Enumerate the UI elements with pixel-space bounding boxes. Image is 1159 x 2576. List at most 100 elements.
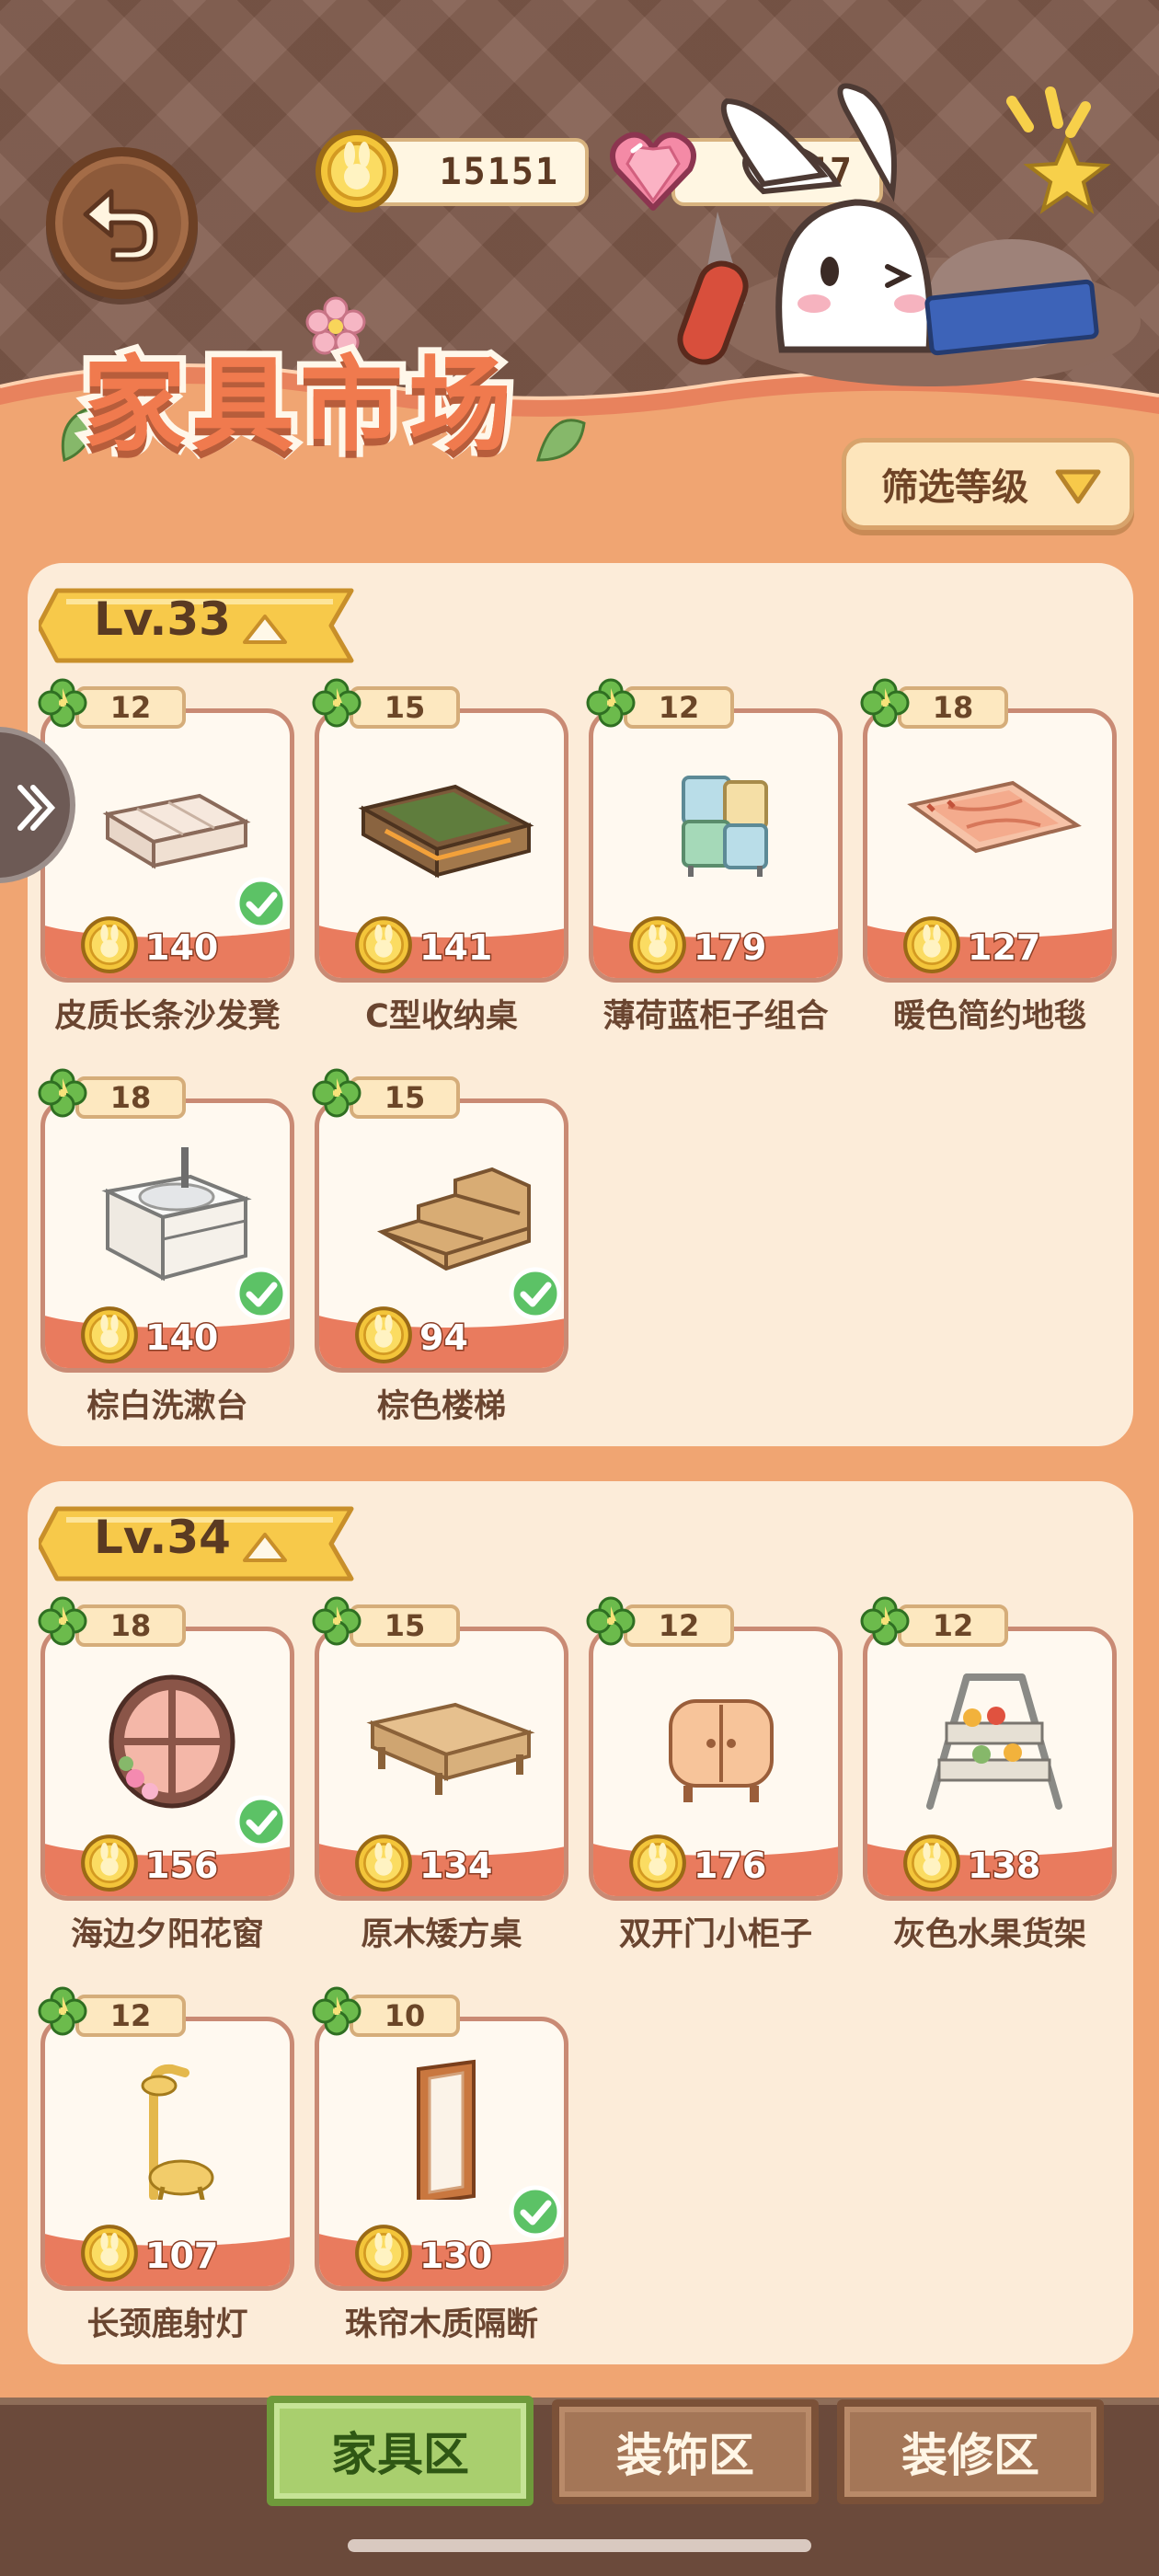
filter-label: 筛选等级: [881, 466, 1028, 509]
level-section: Lv.33 12 140 皮质长条沙发凳 15 141 C型收纳桌 12 179 薄荷蓝柜子组合 1…: [28, 563, 1133, 1446]
tab-decoration[interactable]: 装饰区: [552, 2399, 819, 2504]
owned-check-icon: [235, 1267, 288, 1320]
level-label: Lv.33: [94, 592, 231, 646]
furniture-name: 双开门小柜子: [618, 1916, 812, 1953]
back-button[interactable]: [46, 147, 198, 299]
clover-icon: [586, 1596, 636, 1646]
required-level-value: 12: [898, 1604, 1008, 1647]
coin-icon: [81, 1306, 138, 1363]
clover-icon: [312, 678, 361, 728]
furniture-name: 皮质长条沙发凳: [54, 998, 281, 1035]
filter-level-button[interactable]: 筛选等级: [842, 438, 1134, 530]
coin-icon: [81, 1834, 138, 1892]
back-arrow-icon: [83, 189, 157, 261]
coin-icon: [355, 2225, 412, 2282]
chevron-right-icon: [17, 785, 56, 831]
coin-icon: [355, 916, 412, 973]
collapse-triangle-icon[interactable]: [239, 611, 291, 648]
clover-icon: [38, 678, 87, 728]
price-value: 141: [418, 926, 493, 970]
furniture-item-image: [619, 1668, 821, 1815]
price-value: 107: [143, 2235, 219, 2278]
furniture-card[interactable]: 18 140 棕白洗漱台: [38, 1068, 294, 1425]
price-value: 140: [143, 926, 219, 970]
furniture-item-image: [71, 2058, 273, 2205]
price-tag: 141: [353, 914, 556, 977]
price-value: 134: [418, 1845, 493, 1888]
title-text: 家具市场: [83, 346, 517, 466]
furniture-card[interactable]: 10 130 珠帘木质隔断: [312, 1986, 568, 2343]
furniture-card[interactable]: 12 138 灰色水果货架: [860, 1596, 1117, 1953]
required-level-value: 15: [350, 686, 460, 729]
coin-icon: [629, 1834, 686, 1892]
furniture-name: 灰色水果货架: [892, 1916, 1086, 1953]
furniture-item-image: [345, 2058, 547, 2206]
furniture-card[interactable]: 12 140 皮质长条沙发凳: [38, 678, 294, 1035]
furniture-card[interactable]: 12 179 薄荷蓝柜子组合: [586, 678, 843, 1035]
price-tag: 107: [79, 2223, 281, 2285]
required-level-value: 15: [350, 1604, 460, 1647]
tab-furniture[interactable]: 家具区: [267, 2396, 534, 2506]
owned-check-icon: [235, 1795, 288, 1848]
collapse-triangle-icon[interactable]: [239, 1529, 291, 1566]
furniture-card[interactable]: 15 94 棕色楼梯: [312, 1068, 568, 1425]
coin-icon: [903, 1834, 960, 1892]
clover-icon: [38, 1068, 87, 1118]
price-value: 138: [966, 1845, 1041, 1888]
required-level-value: 10: [350, 1995, 460, 2037]
coin-icon: [629, 916, 686, 973]
coin-icon: [316, 130, 398, 213]
furniture-item-image: [71, 1668, 273, 1815]
clover-icon: [38, 1596, 87, 1646]
leaf-icon: [536, 419, 586, 462]
furniture-name: 暖色简约地毯: [892, 998, 1086, 1035]
required-level-value: 12: [624, 1604, 734, 1647]
clover-icon: [312, 1986, 361, 2036]
furniture-card[interactable]: 18 156 海边夕阳花窗: [38, 1596, 294, 1953]
owned-check-icon: [509, 1267, 562, 1320]
tab-renovation[interactable]: 装修区: [837, 2399, 1104, 2504]
furniture-item-image: [345, 1140, 547, 1287]
furniture-card[interactable]: 15 141 C型收纳桌: [312, 678, 568, 1035]
furniture-card[interactable]: 15 134 原木矮方桌: [312, 1596, 568, 1953]
furniture-card[interactable]: 12 107 长颈鹿射灯: [38, 1986, 294, 2343]
required-level-value: 18: [898, 686, 1008, 729]
price-tag: 176: [627, 1833, 830, 1895]
furniture-card[interactable]: 18 127 暖色简约地毯: [860, 678, 1117, 1035]
clover-icon: [312, 1596, 361, 1646]
required-level-value: 18: [75, 1604, 186, 1647]
level-badge: Lv.33: [39, 581, 361, 670]
price-value: 179: [692, 926, 767, 970]
price-value: 176: [692, 1845, 767, 1888]
price-tag: 134: [353, 1833, 556, 1895]
level-section: Lv.34 18 156 海边夕阳花窗 15 134 原木矮方桌 12 176 双开门小柜子 12 1…: [28, 1481, 1133, 2364]
furniture-item-image: [345, 750, 547, 897]
coin-icon: [355, 1306, 412, 1363]
furniture-name: 海边夕阳花窗: [70, 1916, 264, 1953]
coin-icon: [81, 916, 138, 973]
required-level-value: 12: [75, 686, 186, 729]
furniture-name: 原木矮方桌: [361, 1916, 522, 1953]
clover-icon: [586, 678, 636, 728]
furniture-item-image: [345, 1668, 547, 1815]
home-indicator[interactable]: [348, 2539, 811, 2552]
coin-amount: 15151: [439, 151, 559, 193]
required-level-value: 15: [350, 1076, 460, 1119]
level-label: Lv.34: [94, 1511, 231, 1564]
required-level-value: 12: [624, 686, 734, 729]
price-value: 94: [419, 1317, 470, 1360]
furniture-card[interactable]: 12 176 双开门小柜子: [586, 1596, 843, 1953]
required-level-value: 12: [75, 1995, 186, 2037]
price-value: 127: [966, 926, 1041, 970]
owned-check-icon: [235, 877, 288, 930]
price-value: 130: [418, 2235, 493, 2278]
coin-icon: [903, 916, 960, 973]
furniture-name: 珠帘木质隔断: [344, 2306, 538, 2343]
bunny-mascot-illustration: [677, 83, 1141, 386]
clover-icon: [312, 1068, 361, 1118]
furniture-name: 长颈鹿射灯: [86, 2306, 248, 2343]
price-tag: 179: [627, 914, 830, 977]
clover-icon: [38, 1986, 87, 2036]
required-level-value: 18: [75, 1076, 186, 1119]
furniture-name: 棕色楼梯: [376, 1388, 506, 1425]
